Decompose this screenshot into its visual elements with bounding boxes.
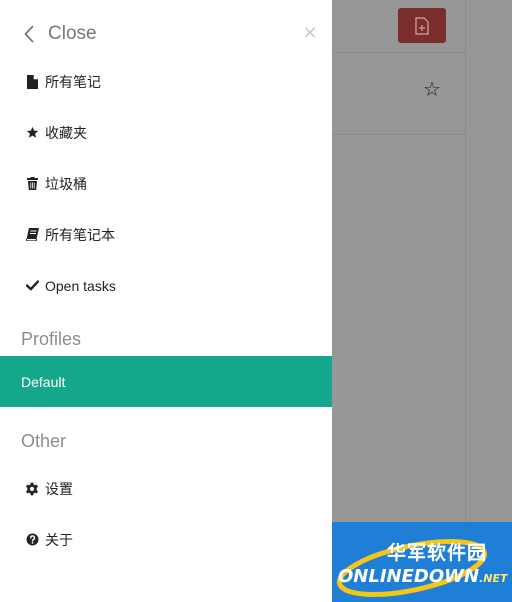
profile-label: Default xyxy=(21,373,66,390)
note-row[interactable] xyxy=(332,52,465,135)
close-label: Close xyxy=(48,23,97,44)
document-icon xyxy=(22,74,42,89)
gear-icon xyxy=(22,482,42,496)
profile-item-default[interactable]: Default xyxy=(0,356,332,407)
nav-item-all-notes[interactable]: 所有笔记 xyxy=(0,56,332,107)
profiles-section-title: Profiles xyxy=(21,329,82,349)
watermark-en: ONLINEDOWN.NET xyxy=(338,566,507,587)
nav-item-label: Open tasks xyxy=(45,277,116,294)
nav-item-favorites[interactable]: 收藏夹 xyxy=(0,107,332,158)
star-outline-icon[interactable]: ☆ xyxy=(420,77,444,101)
nav-item-label: 所有笔记本 xyxy=(45,226,115,243)
watermark-logo: 华军软件园 ONLINEDOWN.NET xyxy=(332,522,512,602)
nav-item-about[interactable]: 关于 xyxy=(0,514,332,565)
check-icon xyxy=(22,280,42,291)
nav-item-settings[interactable]: 设置 xyxy=(0,463,332,514)
nav-item-trash[interactable]: 垃圾桶 xyxy=(0,158,332,209)
new-note-icon xyxy=(415,16,429,35)
pane-divider xyxy=(465,0,466,522)
watermark-suffix: .NET xyxy=(479,572,508,585)
nav-item-label: 垃圾桶 xyxy=(45,175,87,192)
help-icon xyxy=(22,533,42,546)
star-icon xyxy=(22,126,42,139)
watermark-en-text: ONLINEDOWN xyxy=(338,566,480,587)
close-icon[interactable]: × xyxy=(300,22,320,44)
nav-item-label: 收藏夹 xyxy=(45,124,87,141)
close-drawer-button[interactable]: Close xyxy=(24,20,97,48)
nav-item-label: 关于 xyxy=(45,531,73,548)
navigation-drawer: Close × 所有笔记 收藏夹 垃圾桶 所有笔记本 Open tasks Pr… xyxy=(0,0,332,602)
nav-item-all-notebooks[interactable]: 所有笔记本 xyxy=(0,209,332,260)
other-section-title: Other xyxy=(21,431,67,451)
notebook-icon xyxy=(22,228,42,241)
watermark-cn: 华军软件园 xyxy=(387,542,488,564)
new-note-button[interactable] xyxy=(398,8,446,43)
trash-icon xyxy=(22,177,42,190)
nav-item-label: 所有笔记 xyxy=(45,73,101,90)
chevron-left-icon xyxy=(24,25,34,43)
nav-item-open-tasks[interactable]: Open tasks xyxy=(0,260,332,311)
nav-item-label: 设置 xyxy=(45,480,73,497)
